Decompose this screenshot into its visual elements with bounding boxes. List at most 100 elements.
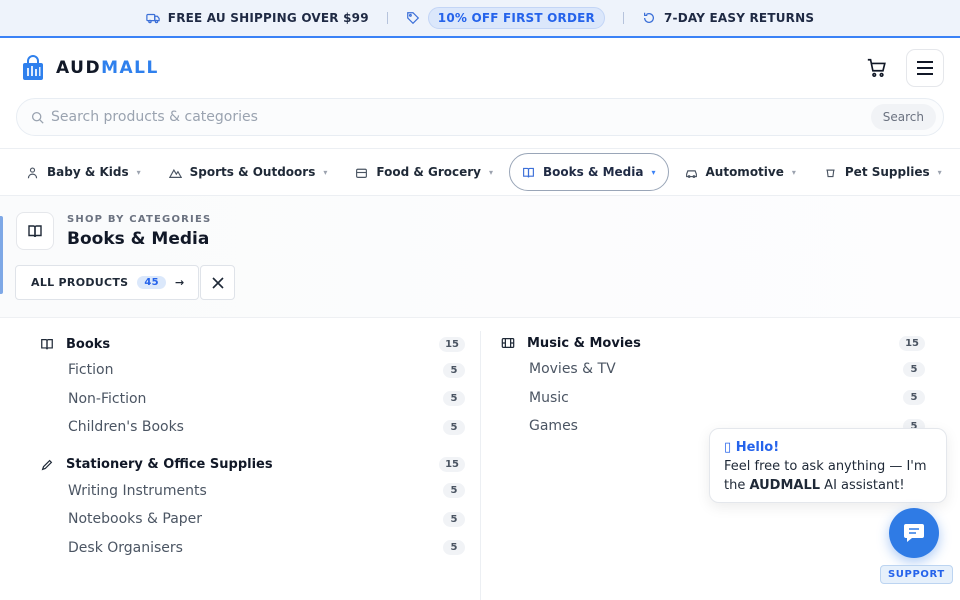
- cart-button[interactable]: [862, 53, 892, 83]
- logo-text: AUDMALL: [56, 58, 159, 78]
- close-icon: [211, 276, 224, 289]
- subcategory-count: 5: [443, 362, 465, 378]
- return-icon: [644, 12, 654, 23]
- subcategory-label: Games: [529, 418, 578, 435]
- subcategory-label: Desk Organisers: [68, 539, 183, 556]
- subcategory-count: 5: [443, 391, 465, 407]
- search-input[interactable]: [51, 109, 871, 125]
- chat-line-2: the AUDMALL AI assistant!: [724, 478, 905, 493]
- subcategory-group: Stationery & Office Supplies 15 Writing In…: [20, 453, 465, 563]
- subcategory-label: Notebooks & Paper: [68, 511, 203, 528]
- logo[interactable]: AUDMALL: [22, 55, 159, 81]
- tab-category-4[interactable]: Automotive ▾: [673, 153, 808, 191]
- menu-button[interactable]: [906, 49, 944, 87]
- search-wrap: Search: [0, 98, 960, 136]
- subcategory-label: Non-Fiction: [68, 390, 147, 407]
- subcategory-group-title[interactable]: Stationery & Office Supplies 15: [20, 453, 465, 477]
- tab-label: Food & Grocery: [376, 165, 481, 179]
- tab-category-5[interactable]: Pet Supplies ▾: [812, 153, 954, 191]
- book-icon: [28, 225, 42, 238]
- subcategory-count: 5: [443, 540, 465, 556]
- pencil-icon: [41, 459, 53, 470]
- grocery-icon: [356, 168, 368, 178]
- all-products-button[interactable]: ALL PRODUCTS 45 →: [15, 265, 200, 300]
- category-tabs: Baby & Kids ▾ Sports & Outdoors ▾ Food & Gro…: [0, 148, 960, 196]
- chevron-down-icon: ▾: [651, 167, 656, 177]
- support-label[interactable]: SUPPORT: [880, 565, 953, 584]
- subcategory-label: Movies & TV: [529, 361, 616, 378]
- page-title: Books & Media: [67, 229, 210, 249]
- tab-label: Automotive: [705, 165, 784, 179]
- arrow-right-icon: →: [174, 276, 185, 289]
- subcategory-label: Music: [529, 389, 569, 406]
- chat-bubble[interactable]: ▯ Hello! Feel free to ask anything — I'm…: [709, 428, 947, 503]
- promo-discount: 10% OFF FIRST ORDER: [406, 7, 605, 29]
- site-header: AUDMALL: [0, 38, 960, 98]
- subcategory-count: 5: [443, 419, 465, 435]
- chevron-down-icon: ▾: [791, 167, 796, 177]
- chat-line-1: Feel free to ask anything — I'm: [724, 459, 927, 474]
- chat-hello: ▯ Hello!: [724, 440, 780, 455]
- promo-divider: [386, 12, 388, 24]
- promo-shipping-text: FREE AU SHIPPING OVER $99: [167, 11, 369, 25]
- book-icon: [41, 339, 53, 350]
- group-count: 15: [899, 335, 925, 351]
- group-label: Stationery & Office Supplies: [66, 457, 273, 472]
- promo-returns: 7-DAY EASY RETURNS: [642, 11, 814, 25]
- subcategory-group: Books 15 Fiction 5 Non-Fiction 5 Children's Bo…: [20, 332, 465, 442]
- promo-bar: FREE AU SHIPPING OVER $99 10% OFF FIRST …: [0, 0, 960, 38]
- promo-shipping: FREE AU SHIPPING OVER $99: [146, 11, 369, 25]
- subcategory-link[interactable]: Fiction 5: [20, 356, 465, 385]
- subcategory-group: Music & Movies 15 Movies & TV 5 Music 5 Games 5: [481, 331, 925, 441]
- subcategory-count: 5: [903, 361, 925, 377]
- search-button[interactable]: Search: [870, 104, 936, 130]
- subcategory-link[interactable]: Music 5: [481, 384, 925, 413]
- subcategory-link[interactable]: Children's Books 5: [20, 413, 465, 442]
- tab-category-3[interactable]: Books & Media ▾: [509, 153, 669, 191]
- pet-icon: [826, 168, 835, 177]
- category-kicker: SHOP BY CATEGORIES: [67, 214, 212, 225]
- subcategory-link[interactable]: Notebooks & Paper 5: [20, 505, 465, 534]
- tag-icon: [406, 12, 419, 25]
- subcategory-label: Children's Books: [68, 419, 184, 436]
- truck-icon: [146, 13, 160, 24]
- subcategory-link[interactable]: Movies & TV 5: [481, 355, 925, 384]
- subcategory-count: 5: [443, 511, 465, 527]
- group-count: 15: [439, 336, 465, 352]
- group-label: Books: [66, 336, 111, 352]
- subcategory-count: 5: [443, 483, 465, 499]
- car-icon: [685, 169, 697, 178]
- promo-returns-text: 7-DAY EASY RETURNS: [664, 11, 815, 25]
- subcategory-link[interactable]: Writing Instruments 5: [20, 477, 465, 506]
- promo-divider: [623, 12, 624, 24]
- baby-icon: [27, 166, 38, 178]
- tab-label: Sports & Outdoors: [189, 165, 316, 179]
- category-header: SHOP BY CATEGORIES Books & Media ALL PRO…: [0, 196, 960, 318]
- group-label: Music & Movies: [527, 335, 641, 351]
- category-accent-bar: [0, 216, 3, 294]
- tab-category-1[interactable]: Sports & Outdoors ▾: [157, 153, 340, 191]
- mountain-icon: [168, 168, 182, 178]
- subcategory-link[interactable]: Desk Organisers 5: [20, 534, 465, 563]
- search-icon: [31, 111, 44, 124]
- close-category-button[interactable]: [200, 265, 235, 300]
- chat-icon: [904, 524, 924, 542]
- tab-category-0[interactable]: Baby & Kids ▾: [14, 153, 153, 191]
- chevron-down-icon: ▾: [489, 167, 494, 177]
- film-icon: [501, 338, 515, 348]
- chevron-down-icon: ▾: [323, 167, 328, 177]
- group-count: 15: [439, 457, 465, 472]
- subcategory-link[interactable]: Non-Fiction 5: [20, 385, 465, 414]
- all-products-count: 45: [137, 276, 166, 289]
- hamburger-icon: [917, 61, 933, 75]
- subcategory-label: Fiction: [68, 362, 114, 379]
- promo-discount-pill[interactable]: 10% OFF FIRST ORDER: [427, 7, 605, 29]
- all-products-label: ALL PRODUCTS: [31, 276, 129, 289]
- tab-label: Pet Supplies: [844, 165, 930, 179]
- tab-category-2[interactable]: Food & Grocery ▾: [343, 153, 505, 191]
- shopping-bag-logo-icon: [23, 55, 43, 80]
- subcategory-group-title[interactable]: Music & Movies 15: [481, 331, 925, 355]
- subcategory-group-title[interactable]: Books 15: [20, 332, 465, 356]
- subcategory-column-left: Books 15 Fiction 5 Non-Fiction 5 Children's Bo…: [20, 332, 465, 573]
- chat-open-button[interactable]: [889, 508, 939, 558]
